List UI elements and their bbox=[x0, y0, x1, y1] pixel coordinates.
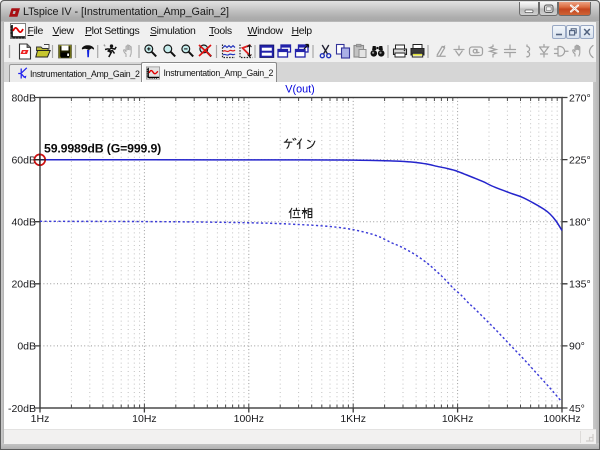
svg-text:135°: 135° bbox=[569, 279, 591, 291]
svg-text:80dB: 80dB bbox=[11, 92, 36, 104]
svg-text:20dB: 20dB bbox=[11, 279, 36, 291]
svg-text:100KHz: 100KHz bbox=[543, 413, 580, 425]
svg-text:40dB: 40dB bbox=[11, 217, 36, 229]
svg-text:59.9989dB (G=999.9): 59.9989dB (G=999.9) bbox=[44, 142, 161, 156]
svg-text:270°: 270° bbox=[569, 92, 591, 104]
svg-text:V(out): V(out) bbox=[285, 84, 314, 96]
svg-text:180°: 180° bbox=[569, 217, 591, 229]
svg-text:1Hz: 1Hz bbox=[31, 413, 50, 425]
svg-text:100Hz: 100Hz bbox=[234, 413, 264, 425]
svg-text:60dB: 60dB bbox=[11, 154, 36, 166]
svg-text:0dB: 0dB bbox=[17, 341, 36, 353]
svg-text:225°: 225° bbox=[569, 154, 591, 166]
svg-text:10Hz: 10Hz bbox=[132, 413, 157, 425]
svg-text:90°: 90° bbox=[569, 341, 585, 353]
svg-text:10KHz: 10KHz bbox=[442, 413, 474, 425]
svg-text:1KHz: 1KHz bbox=[340, 413, 366, 425]
